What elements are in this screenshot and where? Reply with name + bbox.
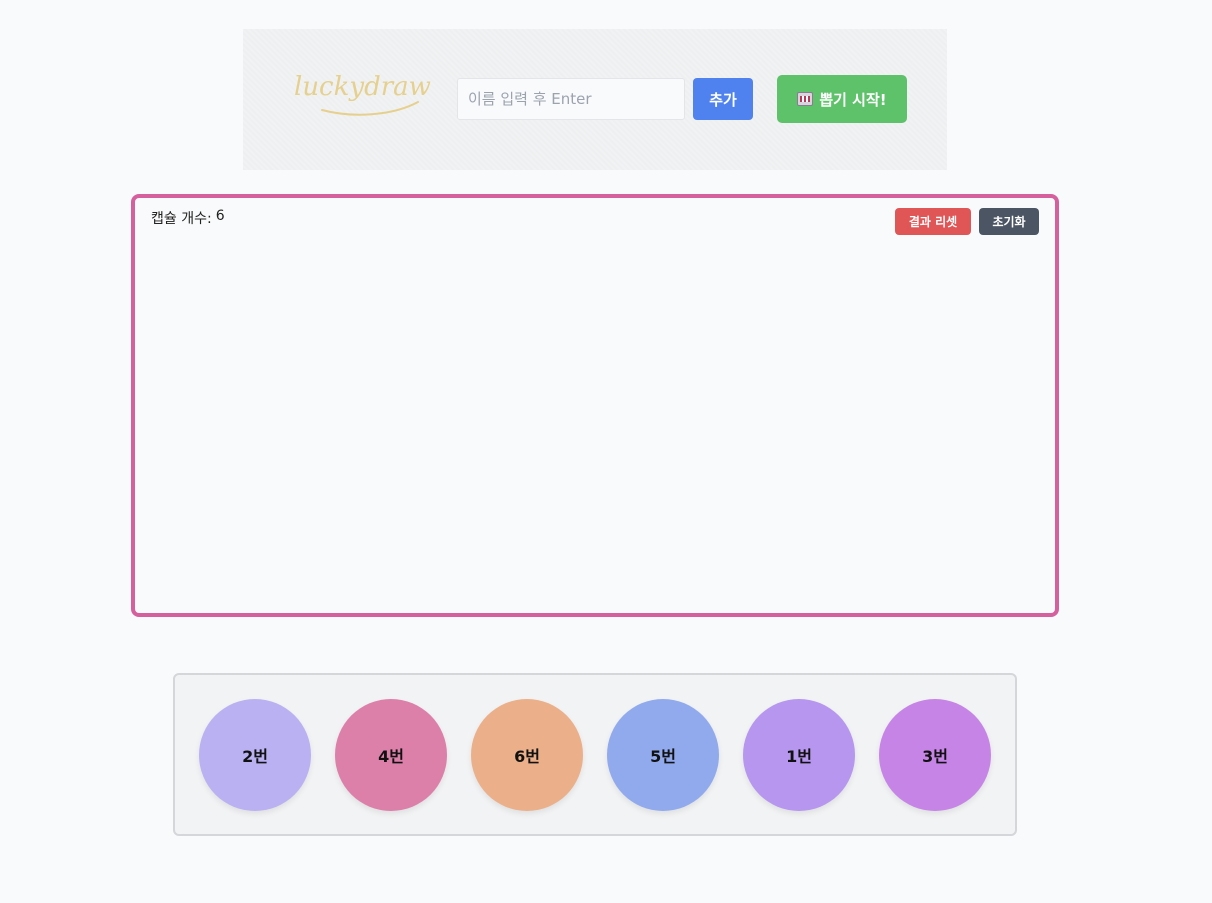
luckydraw-logo: luckydraw	[292, 70, 432, 124]
capsule-count: 캡슐 개수: 6	[151, 208, 225, 228]
start-draw-label: 뽑기 시작!	[819, 90, 887, 109]
page: luckydraw 추가 뽑기 시작! 캡슐 개수: 6 결과 리셋 초기화 2…	[0, 0, 1212, 903]
capsule-count-label: 캡슐 개수:	[151, 211, 212, 227]
capsule-arena: 캡슐 개수: 6 결과 리셋 초기화	[131, 194, 1059, 617]
result-tray: 2번 4번 6번 5번 1번 3번	[173, 673, 1017, 836]
capsule-count-value: 6	[215, 208, 225, 224]
slot-machine-icon	[797, 92, 814, 106]
initialize-button[interactable]: 초기화	[979, 208, 1039, 235]
result-ball[interactable]: 4번	[335, 699, 447, 811]
result-ball[interactable]: 5번	[607, 699, 719, 811]
result-ball[interactable]: 3번	[879, 699, 991, 811]
result-ball[interactable]: 1번	[743, 699, 855, 811]
start-draw-button[interactable]: 뽑기 시작!	[777, 75, 907, 123]
reset-result-button[interactable]: 결과 리셋	[895, 208, 971, 235]
name-input[interactable]	[457, 78, 685, 120]
result-ball[interactable]: 6번	[471, 699, 583, 811]
add-button[interactable]: 추가	[693, 78, 753, 120]
result-ball[interactable]: 2번	[199, 699, 311, 811]
logo-swash-icon	[321, 101, 419, 116]
